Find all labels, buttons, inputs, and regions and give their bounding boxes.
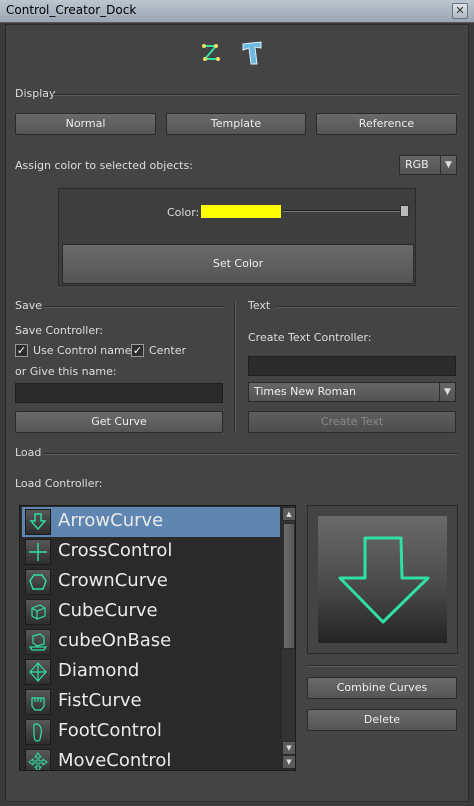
color-panel: Color: Set Color bbox=[58, 188, 416, 286]
center-checkbox[interactable]: ✓ bbox=[131, 344, 144, 357]
save-divider bbox=[44, 306, 224, 308]
list-item[interactable]: CrownCurve bbox=[22, 567, 280, 597]
scrollbar-thumb[interactable] bbox=[283, 523, 295, 649]
list-item[interactable]: CubeCurve bbox=[22, 597, 280, 627]
scroll-end-arrow-icon[interactable]: ▼ bbox=[282, 755, 295, 769]
save-controller-label: Save Controller: bbox=[15, 324, 104, 337]
save-text-separator bbox=[234, 301, 236, 433]
list-item-label: CrownCurve bbox=[58, 570, 168, 591]
list-item-label: CrossControl bbox=[58, 540, 173, 561]
reference-button[interactable]: Reference bbox=[316, 113, 457, 135]
chevron-down-icon: ▼ bbox=[439, 383, 455, 401]
diamond-icon bbox=[25, 659, 51, 685]
list-item-label: ArrowCurve bbox=[58, 510, 164, 531]
scroll-up-arrow-icon[interactable]: ▲ bbox=[282, 507, 295, 521]
list-item[interactable]: cubeOnBase bbox=[22, 627, 280, 657]
combine-curves-button[interactable]: Combine Curves bbox=[307, 677, 457, 699]
list-item[interactable]: CrossControl bbox=[22, 537, 280, 567]
list-item-label: FistCurve bbox=[58, 690, 142, 711]
create-text-button[interactable]: Create Text bbox=[248, 411, 456, 433]
list-item-label: FootControl bbox=[58, 720, 162, 741]
list-item[interactable]: FootControl bbox=[22, 717, 280, 747]
load-controller-label: Load Controller: bbox=[15, 477, 103, 490]
color-label: Color: bbox=[167, 206, 200, 219]
color-slider-track[interactable] bbox=[283, 210, 407, 212]
text-section-label: Text bbox=[248, 299, 271, 312]
create-text-controller-label: Create Text Controller: bbox=[248, 331, 372, 344]
move-control-icon bbox=[25, 749, 51, 770]
assign-color-label: Assign color to selected objects: bbox=[15, 159, 193, 172]
use-control-name-checkbox[interactable]: ✓ bbox=[15, 344, 28, 357]
controller-list[interactable]: ArrowCurve CrossControl CrownCurve CubeC… bbox=[19, 505, 296, 771]
arrow-down-preview-icon bbox=[338, 536, 430, 624]
title-bar: Control_Creator_Dock ✕ bbox=[0, 0, 474, 23]
list-item-label: cubeOnBase bbox=[58, 630, 172, 651]
give-name-label: or Give this name: bbox=[15, 365, 117, 378]
color-slider-handle[interactable] bbox=[400, 205, 409, 217]
cube-curve-icon bbox=[25, 599, 51, 625]
window-title: Control_Creator_Dock bbox=[6, 3, 137, 17]
text-divider bbox=[276, 306, 458, 308]
list-item[interactable]: Diamond bbox=[22, 657, 280, 687]
delete-button[interactable]: Delete bbox=[307, 709, 457, 731]
color-mode-select[interactable]: RGB ▼ bbox=[399, 155, 457, 175]
list-scrollbar[interactable]: ▲ ▼ ▼ bbox=[282, 507, 295, 769]
preview-divider bbox=[307, 665, 458, 667]
get-curve-button[interactable]: Get Curve bbox=[15, 411, 223, 433]
close-button[interactable]: ✕ bbox=[452, 3, 468, 19]
cross-control-icon bbox=[25, 539, 51, 565]
arrow-curve-icon bbox=[25, 509, 51, 535]
load-divider bbox=[44, 453, 458, 455]
template-button[interactable]: Template bbox=[166, 113, 306, 135]
list-item[interactable]: MoveControl bbox=[22, 747, 280, 771]
curve-tool-icon[interactable] bbox=[200, 41, 226, 67]
list-item[interactable]: ArrowCurve bbox=[22, 507, 280, 537]
curve-preview-frame bbox=[307, 505, 458, 654]
list-item[interactable]: FistCurve bbox=[22, 687, 280, 717]
dock-panel: Display Normal Template Reference Assign… bbox=[5, 24, 469, 802]
fist-curve-icon bbox=[25, 689, 51, 715]
text-controller-input[interactable] bbox=[248, 356, 456, 376]
curve-preview bbox=[318, 516, 447, 643]
cube-on-base-icon bbox=[25, 629, 51, 655]
list-item-label: CubeCurve bbox=[58, 600, 158, 621]
display-divider bbox=[53, 94, 458, 96]
crown-curve-icon bbox=[25, 569, 51, 595]
save-section-label: Save bbox=[15, 299, 43, 312]
chevron-down-icon: ▼ bbox=[440, 156, 456, 174]
set-color-button[interactable]: Set Color bbox=[62, 244, 414, 284]
text-tool-icon[interactable] bbox=[238, 39, 266, 67]
center-label: Center bbox=[149, 344, 187, 357]
font-value: Times New Roman bbox=[254, 385, 356, 398]
load-section-label: Load bbox=[15, 446, 42, 459]
color-swatch[interactable] bbox=[201, 205, 281, 218]
list-item-label: MoveControl bbox=[58, 750, 172, 771]
use-control-name-label: Use Control name bbox=[33, 344, 132, 357]
controller-name-input[interactable] bbox=[15, 383, 223, 403]
scroll-down-arrow-icon[interactable]: ▼ bbox=[282, 741, 295, 755]
list-item-label: Diamond bbox=[58, 660, 140, 681]
foot-control-icon bbox=[25, 719, 51, 745]
normal-button[interactable]: Normal bbox=[15, 113, 156, 135]
color-mode-value: RGB bbox=[405, 158, 429, 171]
display-section-label: Display bbox=[15, 87, 56, 100]
font-select[interactable]: Times New Roman ▼ bbox=[248, 382, 456, 402]
